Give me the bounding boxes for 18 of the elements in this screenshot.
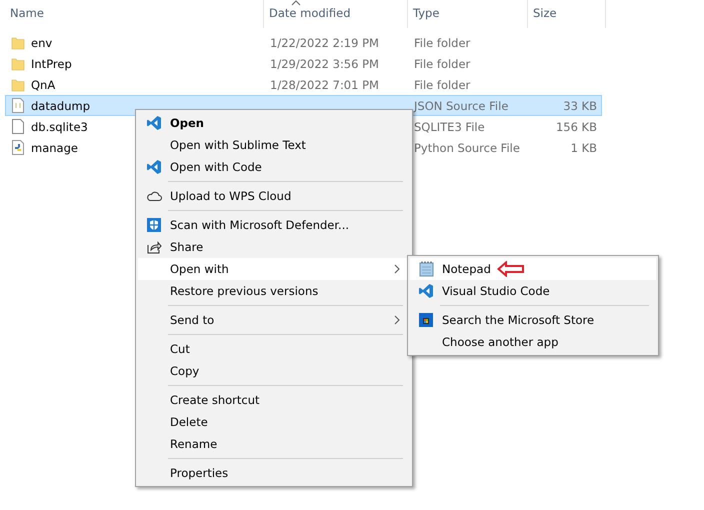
file-size: 156 KB — [556, 120, 597, 134]
file-name: QnA — [31, 78, 56, 92]
file-date: 1/22/2022 2:19 PM — [270, 36, 379, 50]
file-size: 33 KB — [563, 98, 597, 112]
file-name: manage — [31, 140, 78, 154]
file-type: File folder — [414, 56, 470, 70]
file-type: SQLITE3 File — [414, 120, 485, 134]
file-type: JSON Source File — [414, 98, 508, 112]
file-name: datadump — [31, 98, 90, 112]
file-type: Python Source File — [414, 140, 520, 154]
file-date: 1/29/2022 3:56 PM — [270, 56, 379, 70]
file-size: 1 KB — [570, 140, 597, 154]
file-name: IntPrep — [31, 56, 72, 70]
file-type: File folder — [414, 36, 470, 50]
file-name: db.sqlite3 — [31, 120, 88, 134]
file-name: env — [31, 36, 52, 50]
file-date: 1/28/2022 7:01 PM — [270, 78, 379, 92]
file-type: File folder — [414, 78, 470, 92]
